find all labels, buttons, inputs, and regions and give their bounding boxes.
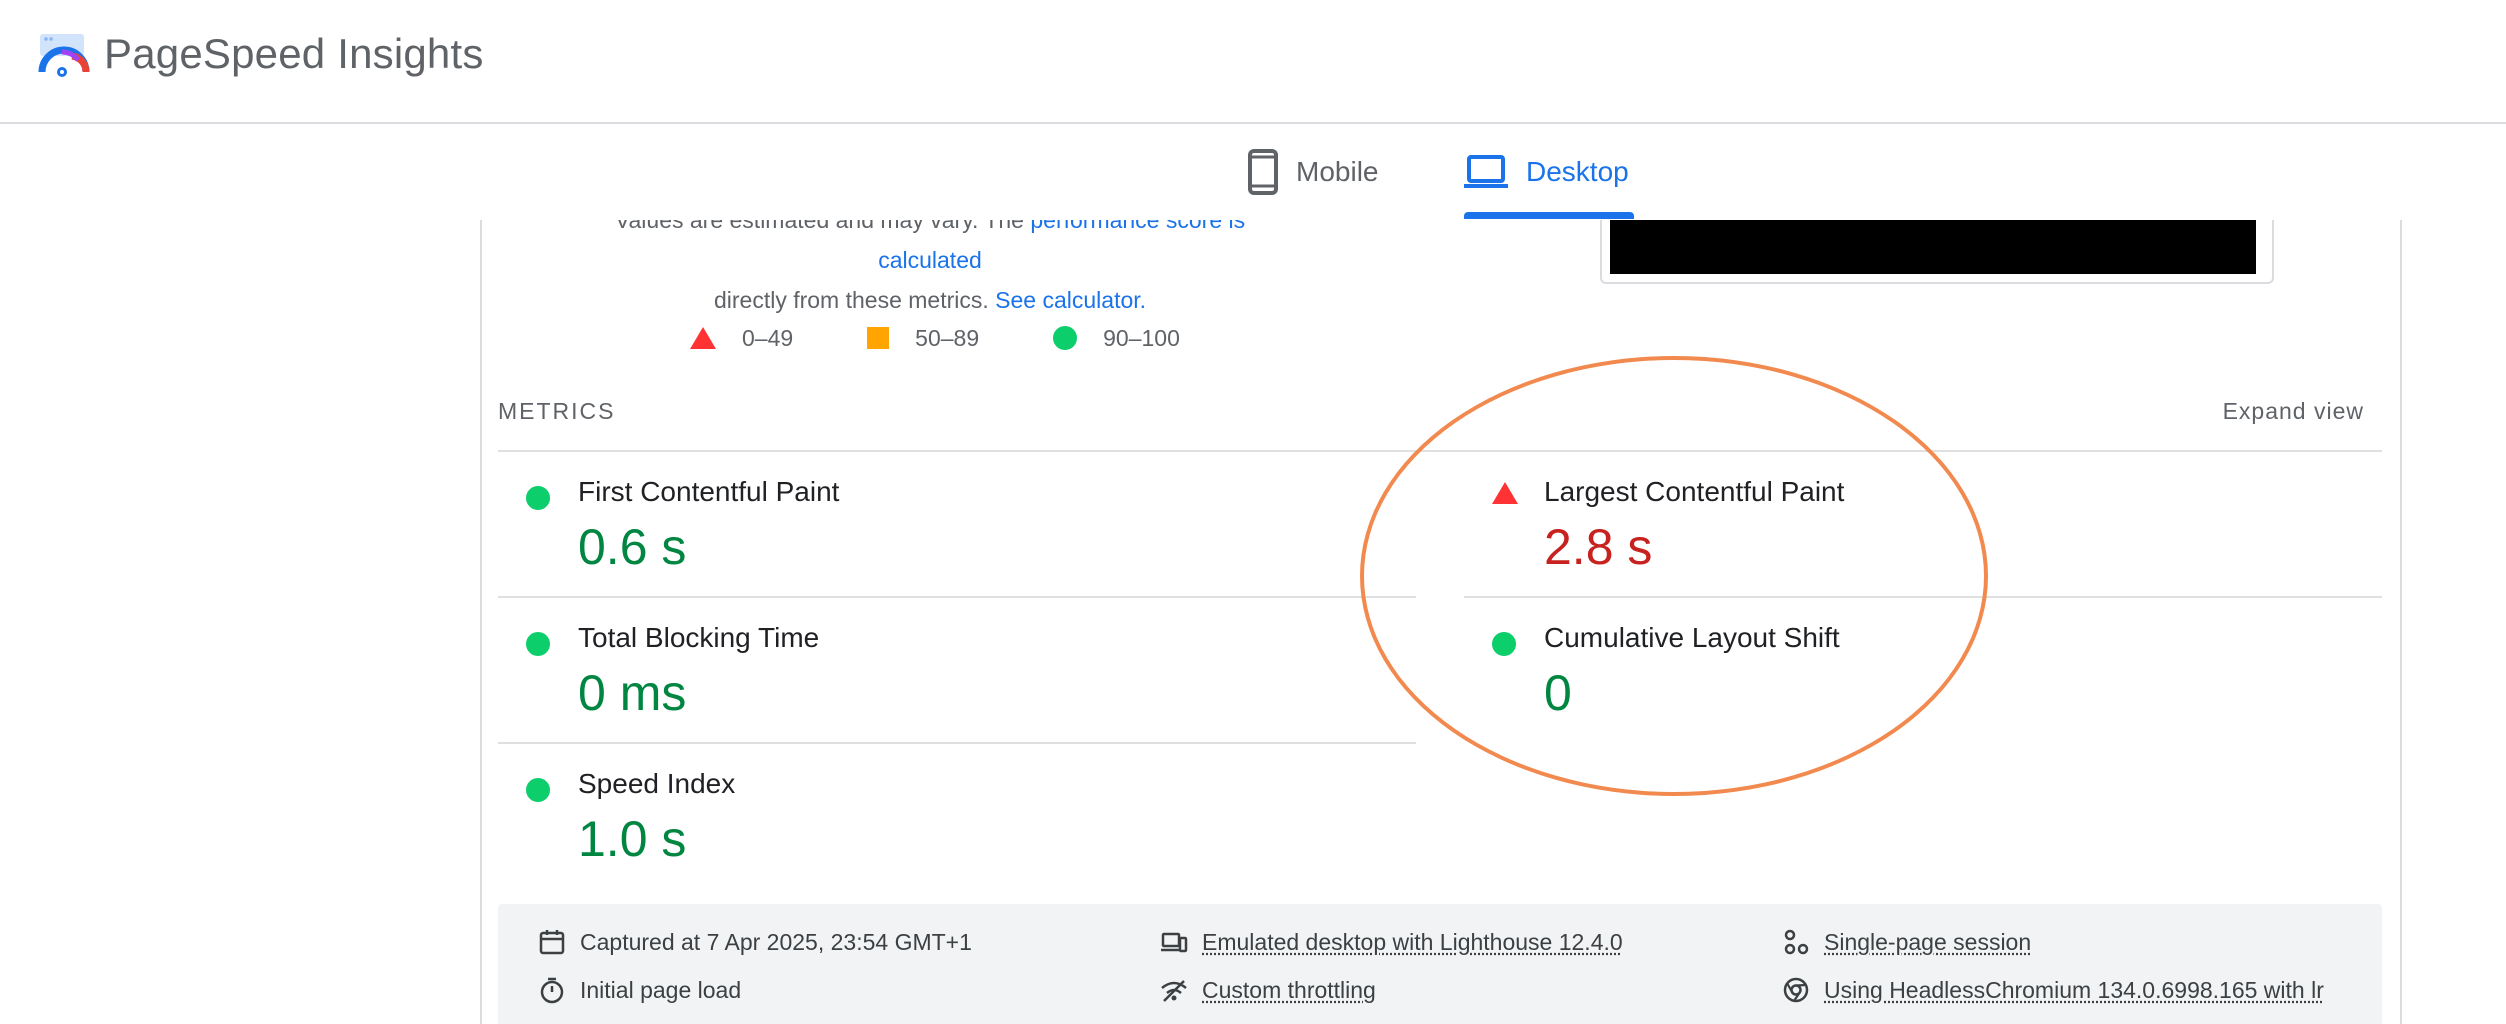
metric-value: 0.6 s <box>578 519 687 575</box>
timer-icon <box>540 977 564 1004</box>
metric-value: 0 <box>1544 665 1572 721</box>
metric-speed-index: Speed Index 1.0 s <box>498 744 1398 890</box>
brand-title[interactable]: PageSpeed Insights <box>104 30 484 78</box>
legend-average-range: 50–89 <box>915 324 980 351</box>
devices-icon <box>1161 932 1188 953</box>
laptop-icon <box>1464 155 1508 188</box>
captured-at: Captured at 7 Apr 2025, 23:54 GMT+1 <box>538 928 972 956</box>
calendar-icon <box>539 930 565 955</box>
initial-page-load: Initial page load <box>538 976 741 1004</box>
session-type-text: Single-page session <box>1824 928 2032 955</box>
metric-value: 2.8 s <box>1544 519 1653 575</box>
emulated-device[interactable]: Emulated desktop with Lighthouse 12.4.0 <box>1160 928 1623 956</box>
metric-name: Total Blocking Time <box>578 622 820 653</box>
tab-desktop[interactable]: Desktop <box>1464 144 1629 200</box>
legend-item-poor: 0–49 <box>690 325 793 352</box>
device-tabs: Mobile Desktop <box>0 124 2506 220</box>
average-square-icon <box>867 327 890 349</box>
metrics-header: METRICS Expand view <box>498 398 2382 425</box>
legend-good-range: 90–100 <box>1103 324 1180 351</box>
top-bar: PageSpeed Insights <box>0 0 2506 124</box>
good-circle-icon <box>526 778 550 802</box>
emulated-device-text: Emulated desktop with Lighthouse 12.4.0 <box>1202 928 1623 955</box>
session-nodes-icon <box>1784 929 1809 955</box>
metric-cumulative-layout-shift: Cumulative Layout Shift 0 <box>1464 598 2364 744</box>
intro-line2: directly from these metrics. <box>713 287 989 313</box>
signal-throttling-icon <box>1161 980 1187 1002</box>
metric-name: Cumulative Layout Shift <box>1544 622 1840 653</box>
runtime-settings: Captured at 7 Apr 2025, 23:54 GMT+1 Emul… <box>498 904 2382 1024</box>
metric-name: First Contentful Paint <box>578 476 840 507</box>
metric-name: Largest Contentful Paint <box>1544 476 1845 507</box>
browser-version[interactable]: Using HeadlessChromium 134.0.6998.165 wi… <box>1782 976 2352 1004</box>
throttling[interactable]: Custom throttling <box>1160 976 1376 1004</box>
tab-mobile[interactable]: Mobile <box>1248 144 1378 200</box>
poor-triangle-icon <box>690 327 716 349</box>
metric-first-contentful-paint: First Contentful Paint 0.6 s <box>498 452 1398 598</box>
chrome-browser-icon <box>1783 977 1809 1003</box>
metric-value: 1.0 s <box>578 811 687 867</box>
throttling-text: Custom throttling <box>1202 976 1376 1003</box>
good-circle-icon <box>1492 632 1516 656</box>
expand-view-button[interactable]: Expand view <box>2223 398 2364 425</box>
good-circle-icon <box>526 486 550 510</box>
legend-poor-range: 0–49 <box>742 324 794 351</box>
initial-page-load-text: Initial page load <box>580 976 742 1003</box>
poor-triangle-icon <box>1492 482 1518 504</box>
see-calculator-link[interactable]: See calculator. <box>995 287 1146 313</box>
page-screenshot <box>1610 220 2256 274</box>
good-circle-icon <box>1053 326 1078 350</box>
legend-item-good: 90–100 <box>1053 325 1180 352</box>
metrics-title: METRICS <box>498 398 616 424</box>
metric-total-blocking-time: Total Blocking Time 0 ms <box>498 598 1398 744</box>
tab-desktop-label: Desktop <box>1526 156 1629 187</box>
legend-item-average: 50–89 <box>867 325 979 352</box>
session-type[interactable]: Single-page session <box>1782 928 2031 956</box>
good-circle-icon <box>526 632 550 656</box>
active-tab-indicator <box>1464 212 1634 219</box>
pagespeed-page: Values are estimated and may vary. The p… <box>0 0 2506 1024</box>
captured-at-text: Captured at 7 Apr 2025, 23:54 GMT+1 <box>580 928 972 955</box>
mobile-phone-icon <box>1248 149 1278 195</box>
browser-version-text: Using HeadlessChromium 134.0.6998.165 wi… <box>1824 976 2324 1003</box>
metric-value: 0 ms <box>578 665 687 721</box>
metric-largest-contentful-paint: Largest Contentful Paint 2.8 s <box>1464 452 2364 598</box>
pagespeed-logo-icon[interactable] <box>36 30 92 86</box>
score-legend: 0–49 50–89 90–100 <box>690 320 1254 356</box>
tab-mobile-label: Mobile <box>1296 156 1379 187</box>
metric-name: Speed Index <box>578 768 736 799</box>
